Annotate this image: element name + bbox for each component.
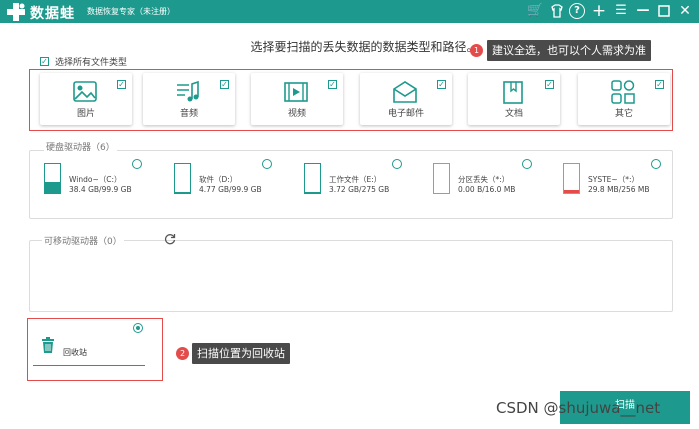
select-all-checkbox[interactable]: ✓ 选择所有文件类型 — [40, 55, 127, 68]
refresh-icon[interactable] — [164, 233, 176, 245]
minimize-icon[interactable]: — — [635, 3, 651, 19]
drive-icon — [44, 163, 61, 194]
drive-name: 工作文件（E:） — [329, 175, 382, 184]
other-checkbox[interactable]: ✓ — [655, 80, 664, 89]
drive-icon — [174, 163, 191, 194]
drive-radio[interactable] — [392, 159, 402, 169]
recycle-bin-item[interactable]: 回收站 — [33, 322, 145, 366]
drive-item[interactable]: 工作文件（E:） 3.72 GB/275 GB — [304, 163, 434, 199]
drive-name: Windo~（C:） — [69, 175, 122, 184]
trash-icon — [42, 337, 54, 353]
other-icon — [611, 80, 635, 104]
image-icon — [73, 81, 97, 102]
file-type-email[interactable]: ✓ 电子邮件 — [360, 73, 452, 125]
drive-size: 29.8 MB/256 MB — [588, 185, 650, 194]
select-all-label: 选择所有文件类型 — [55, 58, 128, 68]
file-type-other[interactable]: ✓ 其它 — [578, 73, 670, 125]
file-type-document[interactable]: ✓ 文档 — [468, 73, 560, 125]
drive-size: 0.00 B/16.0 MB — [458, 185, 516, 194]
file-type-label: 文档 — [504, 109, 523, 119]
drive-icon — [563, 163, 580, 194]
file-type-label: 图片 — [76, 109, 95, 119]
tooltip-select-all-advice: 建议全选，也可以个人需求为准 — [487, 40, 651, 61]
removable-drive-section — [29, 240, 673, 312]
drive-item[interactable]: Windo~（C:） 38.4 GB/99.9 GB — [44, 163, 174, 199]
tooltip-number: 1 — [470, 44, 483, 57]
checkbox-checked-icon[interactable]: ✓ — [40, 57, 49, 66]
title-bar: 数据蛙 数据恢复专家（未注册） 🛒 ? + ☰ — ✕ — [0, 0, 699, 23]
document-icon — [503, 81, 523, 104]
cart-icon[interactable]: 🛒 — [527, 3, 543, 19]
removable-drive-section-title: 可移动驱动器（0） — [42, 234, 124, 247]
drive-icon — [304, 163, 321, 194]
app-subtitle: 数据恢复专家（未注册） — [87, 7, 175, 16]
file-type-audio[interactable]: ✓ 音频 — [143, 73, 235, 125]
file-type-label: 其它 — [614, 109, 633, 119]
close-icon[interactable]: ✕ — [677, 3, 693, 19]
recycle-bin-label: 回收站 — [63, 348, 87, 357]
drive-size: 3.72 GB/275 GB — [329, 185, 390, 194]
audio-icon — [177, 80, 199, 102]
drive-name: 软件（D:） — [199, 175, 238, 184]
recycle-bin-radio[interactable] — [133, 323, 143, 333]
help-icon[interactable]: ? — [569, 3, 585, 19]
file-type-label: 视频 — [287, 109, 306, 119]
drive-size: 4.77 GB/99.9 GB — [199, 185, 262, 194]
skin-icon[interactable] — [549, 3, 565, 19]
email-checkbox[interactable]: ✓ — [437, 80, 446, 89]
drive-name: SYSTE~（*:） — [588, 175, 639, 184]
drive-icon — [433, 163, 450, 194]
drive-item[interactable]: SYSTE~（*:） 29.8 MB/256 MB — [563, 163, 693, 199]
document-checkbox[interactable]: ✓ — [545, 80, 554, 89]
image-checkbox[interactable]: ✓ — [117, 80, 126, 89]
drive-radio[interactable] — [262, 159, 272, 169]
maximize-icon[interactable] — [656, 3, 672, 19]
app-name: 数据蛙 — [30, 6, 75, 22]
video-icon — [284, 82, 308, 102]
drive-item[interactable]: 软件（D:） 4.77 GB/99.9 GB — [174, 163, 304, 199]
menu-icon[interactable]: ☰ — [613, 3, 629, 19]
file-type-video[interactable]: ✓ 视频 — [251, 73, 343, 125]
logo-icon — [7, 3, 25, 21]
tooltip-recycle-bin-advice: 扫描位置为回收站 — [192, 343, 290, 364]
drive-name: 分区丢失（*:） — [458, 175, 510, 184]
watermark: CSDN @shujuwa__net — [496, 399, 661, 417]
plus-icon[interactable]: + — [591, 3, 607, 20]
drive-radio[interactable] — [132, 159, 142, 169]
video-checkbox[interactable]: ✓ — [328, 80, 337, 89]
email-icon — [393, 81, 417, 103]
file-type-image[interactable]: ✓ 图片 — [40, 73, 132, 125]
drive-item[interactable]: 分区丢失（*:） 0.00 B/16.0 MB — [433, 163, 563, 199]
hard-drive-section-title: 硬盘驱动器（6） — [44, 140, 117, 153]
file-type-label: 电子邮件 — [387, 109, 424, 119]
drive-radio[interactable] — [522, 159, 532, 169]
drive-size: 38.4 GB/99.9 GB — [69, 185, 132, 194]
tooltip-number: 2 — [176, 347, 189, 360]
audio-checkbox[interactable]: ✓ — [220, 80, 229, 89]
file-type-label: 音频 — [179, 109, 198, 119]
drive-radio[interactable] — [651, 159, 661, 169]
